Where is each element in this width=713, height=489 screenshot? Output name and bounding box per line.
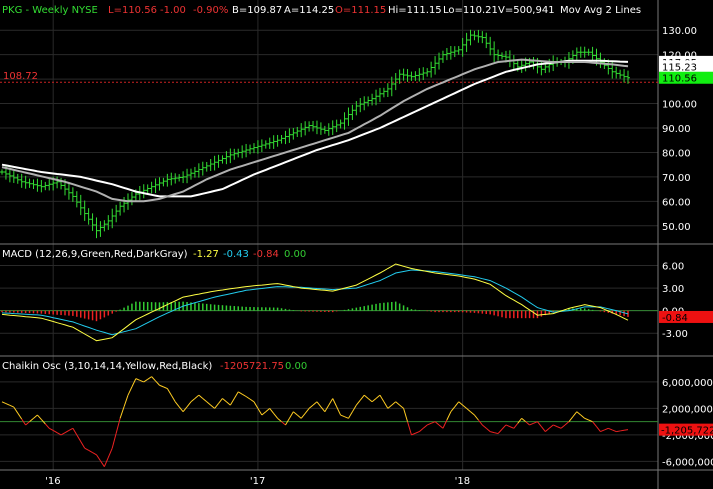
price-y-tick-label: 130.00 [662,26,697,37]
low-price: Lo=110.21 [443,5,498,16]
chaikin-y-tick-label: -6,000,000 [662,457,713,468]
macd-zero-value: 0.00 [284,249,306,260]
reference-line-label: 108.72 [3,71,38,82]
high-price: Hi=111.15 [388,5,442,16]
macd-histogram-value: -0.84 [253,249,279,260]
price-y-tick-label: 90.00 [662,124,691,135]
macd-title: MACD (12,26,9,Green,Red,DarkGray) [2,249,188,260]
price-y-tick-label: 70.00 [662,173,691,184]
price-tag-label: 115.23 [662,62,697,73]
chaikin-zero-value: 0.00 [285,361,307,372]
volume-label: V=500,941 [498,5,555,16]
price-change-pct: -0.90% [193,5,228,16]
macd-y-tick-label: 3.00 [662,284,684,295]
chaikin-y-tick-label: 6,000,000 [662,378,713,389]
price-y-tick-label: 80.00 [662,148,691,159]
macd-value: -1.27 [193,249,219,260]
price-y-tick-label: 50.00 [662,222,691,233]
ask-price: A=114.25 [284,5,334,16]
x-tick-label: '17 [250,476,265,487]
macd-y-tick-label: 6.00 [662,262,684,273]
symbol-label: PKG - Weekly NYSE [2,5,98,16]
price-change: -1.00 [160,5,186,16]
overlay-label: Mov Avg 2 Lines [560,5,641,16]
chaikin-y-tick-label: 2,000,000 [662,404,713,415]
price-y-tick-label: 60.00 [662,197,691,208]
x-tick-label: '18 [455,476,470,487]
chaikin-last-label: -1,205,722 [661,426,713,437]
chaikin-segment [620,429,625,432]
chaikin-value: -1205721.75 [220,361,284,372]
price-tag-label: 110.56 [662,74,697,85]
chart-canvas: '16 '17 '18 50.00 60.00 70.00 80.00 90.00 100.00… [0,0,713,489]
macd-last-label: -0.84 [662,313,688,324]
price-y-tick-label: 100.00 [662,100,697,111]
bid-price: B=109.87 [232,5,282,16]
chaikin-title: Chaikin Osc (3,10,14,14,Yellow,Red,Black… [2,361,212,372]
macd-y-tick-label: -3.00 [662,329,688,340]
stock-chart: '16 '17 '18 50.00 60.00 70.00 80.00 90.00 100.00… [0,0,713,489]
open-price: O=111.15 [335,5,386,16]
last-price: L=110.56 [108,5,157,16]
chaikin-segment [623,429,629,431]
chaikin-segment [616,430,621,433]
x-tick-label: '16 [45,476,60,487]
macd-signal-value: -0.43 [223,249,249,260]
